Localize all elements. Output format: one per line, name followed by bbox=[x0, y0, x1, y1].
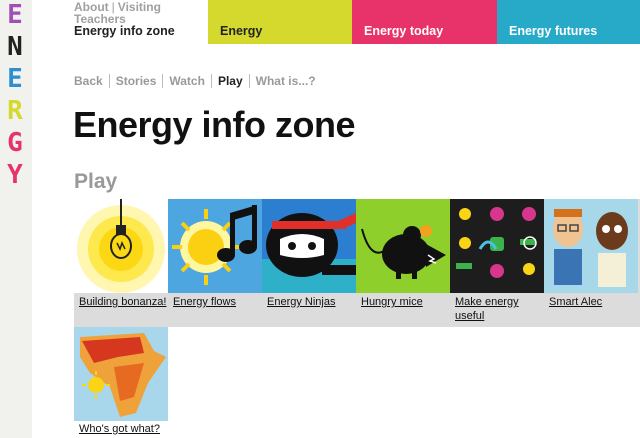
game-label[interactable]: Smart Alec bbox=[544, 295, 638, 309]
logo-letter-e: E bbox=[7, 0, 23, 30]
energy-info-zone-link[interactable]: Energy info zone bbox=[74, 24, 175, 38]
tab-energy[interactable]: Energy bbox=[208, 0, 352, 44]
energy-symbols-icon[interactable] bbox=[450, 199, 544, 293]
subnav-back[interactable]: Back bbox=[74, 74, 109, 88]
subnav-what-is[interactable]: What is...? bbox=[248, 74, 322, 88]
page-title: Energy info zone bbox=[73, 104, 356, 145]
people-icon[interactable] bbox=[544, 199, 638, 293]
game-energy-ninjas[interactable]: Energy Ninjas bbox=[262, 199, 356, 327]
logo-letter-n: N bbox=[7, 32, 23, 62]
game-building-bonanza[interactable]: Building bonanza! bbox=[74, 199, 168, 327]
subnav-watch[interactable]: Watch bbox=[162, 74, 211, 88]
logo-letter-g: G bbox=[7, 128, 23, 158]
games-grid: Building bonanza! Energy flows Energy Ni… bbox=[74, 199, 640, 327]
lightbulb-icon[interactable] bbox=[74, 199, 168, 293]
logo-letter-r: R bbox=[7, 96, 23, 126]
section-title-play: Play bbox=[74, 170, 118, 193]
game-smart-alec[interactable]: Smart Alec bbox=[544, 199, 638, 327]
tab-energy-today[interactable]: Energy today bbox=[352, 0, 497, 44]
game-energy-flows[interactable]: Energy flows bbox=[168, 199, 262, 327]
energy-logo[interactable]: E N E R G Y bbox=[0, 0, 32, 438]
game-label[interactable]: Building bonanza! bbox=[74, 295, 168, 309]
breadcrumb: Back Stories Watch Play What is...? bbox=[74, 74, 322, 88]
mouse-icon[interactable] bbox=[356, 199, 450, 293]
game-label[interactable]: Energy Ninjas bbox=[262, 295, 356, 309]
game-label[interactable]: Hungry mice bbox=[356, 295, 450, 309]
game-label[interactable]: Who's got what? bbox=[74, 423, 168, 435]
game-make-energy-useful[interactable]: Make energy useful bbox=[450, 199, 544, 327]
game-label[interactable]: Energy flows bbox=[168, 295, 262, 309]
subnav-play[interactable]: Play bbox=[210, 74, 249, 88]
sun-music-icon[interactable] bbox=[168, 199, 262, 293]
ninja-icon[interactable] bbox=[262, 199, 356, 293]
game-label[interactable]: Make energy useful bbox=[450, 295, 544, 323]
africa-map-icon[interactable] bbox=[74, 327, 168, 421]
game-whos-got-what[interactable]: Who's got what? bbox=[74, 327, 168, 438]
tab-energy-futures[interactable]: Energy futures bbox=[497, 0, 640, 44]
subnav-stories[interactable]: Stories bbox=[108, 74, 163, 88]
logo-letter-y: Y bbox=[7, 160, 23, 190]
logo-letter-e2: E bbox=[7, 64, 23, 94]
game-hungry-mice[interactable]: Hungry mice bbox=[356, 199, 450, 327]
